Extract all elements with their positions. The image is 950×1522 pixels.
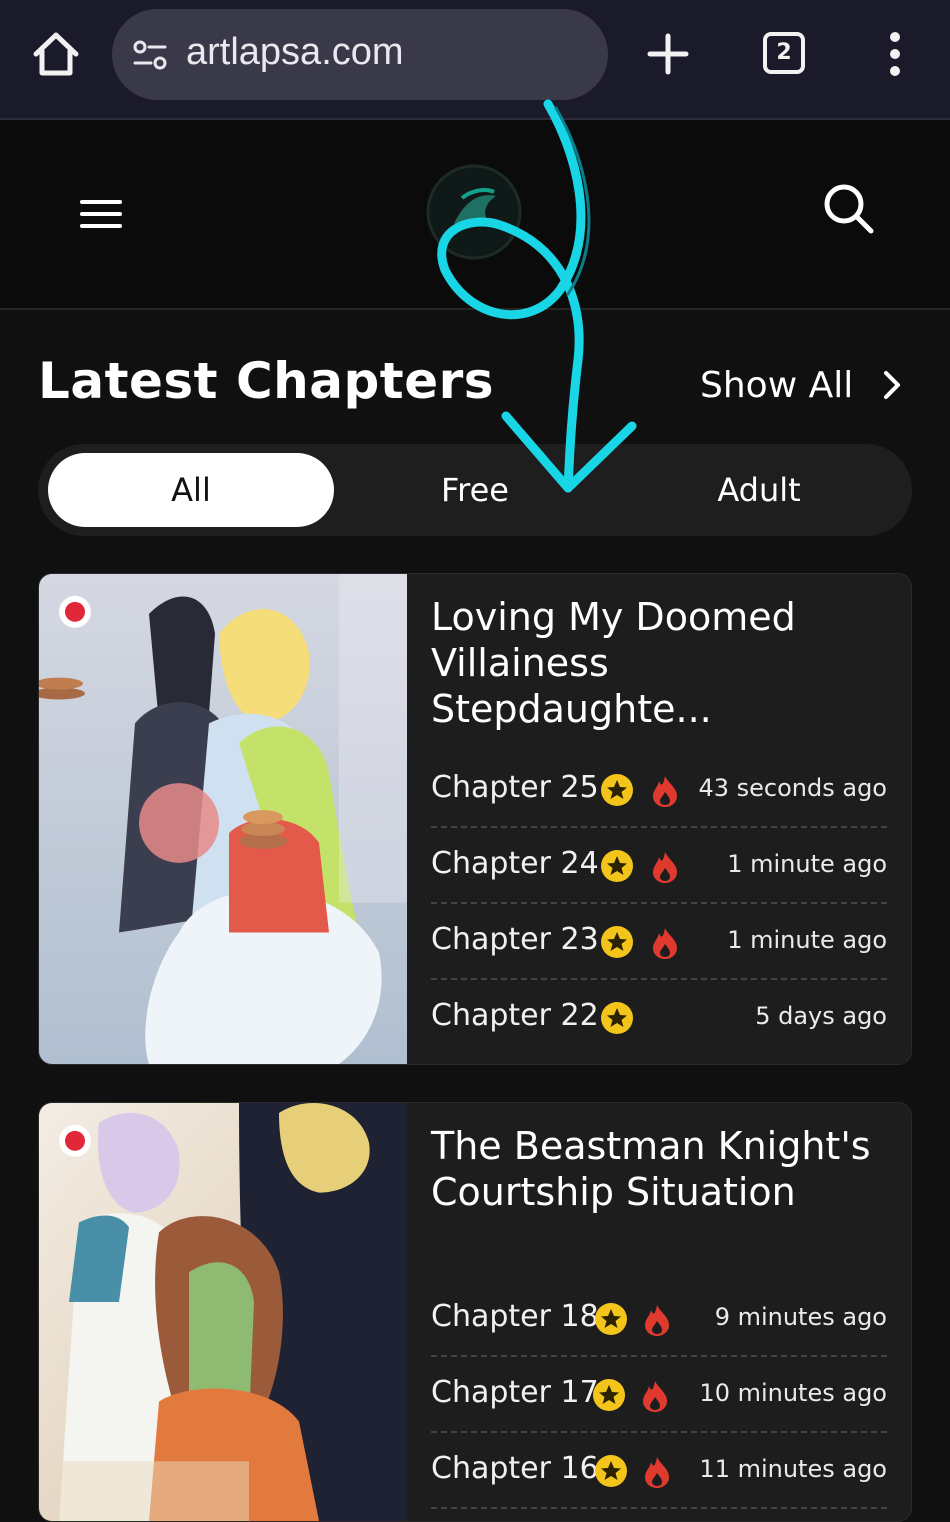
chapter-row[interactable]: Chapter 24 1 minute ago xyxy=(431,828,887,904)
chapter-row[interactable]: Chapter 16 11 minutes ago xyxy=(431,1433,887,1509)
chapter-row[interactable]: Chapter 18 9 minutes ago xyxy=(431,1281,887,1357)
fire-icon xyxy=(653,852,677,883)
fire-icon xyxy=(643,1381,667,1412)
star-icon xyxy=(601,774,633,806)
chapter-time: 10 minutes ago xyxy=(699,1379,887,1407)
chapter-time: 1 minute ago xyxy=(727,850,887,878)
browser-toolbar: artlapsa.com 2 xyxy=(0,0,950,120)
chapter-name[interactable]: Chapter 17 xyxy=(431,1375,599,1410)
chapter-name[interactable]: Chapter 16 xyxy=(431,1451,599,1486)
chapter-name[interactable]: Chapter 23 xyxy=(431,922,599,957)
tab-switcher-icon[interactable]: 2 xyxy=(763,32,805,74)
series-card[interactable]: Loving My Doomed Villainess Stepdaughte.… xyxy=(38,573,912,1065)
home-icon[interactable] xyxy=(30,28,82,80)
chapter-row[interactable]: Chapter 25 43 seconds ago xyxy=(431,752,887,828)
chapter-row[interactable]: Chapter 22 5 days ago xyxy=(431,980,887,1056)
chapter-row[interactable]: Chapter 17 10 minutes ago xyxy=(431,1357,887,1433)
chapter-name[interactable]: Chapter 25 xyxy=(431,770,599,805)
address-bar[interactable]: artlapsa.com xyxy=(112,9,608,100)
fire-icon xyxy=(645,1305,669,1336)
chapter-row[interactable]: Chapter 23 1 minute ago xyxy=(431,904,887,980)
hamburger-menu-icon[interactable] xyxy=(78,196,126,232)
url-text[interactable]: artlapsa.com xyxy=(186,31,404,74)
cover-image[interactable] xyxy=(39,1103,407,1521)
section-title: Latest Chapters xyxy=(38,352,495,410)
chapter-time: 11 minutes ago xyxy=(699,1455,887,1483)
series-title[interactable]: Loving My Doomed Villainess Stepdaughte.… xyxy=(431,594,891,732)
more-vert-icon[interactable] xyxy=(884,30,906,78)
show-all-link[interactable]: Show All xyxy=(700,362,903,408)
star-icon xyxy=(595,1455,627,1487)
site-logo[interactable] xyxy=(424,162,524,262)
star-icon xyxy=(601,1002,633,1034)
search-icon[interactable] xyxy=(820,180,876,236)
chapter-time: 9 minutes ago xyxy=(714,1303,887,1331)
new-tab-plus-icon[interactable] xyxy=(644,30,692,78)
tab-adult[interactable]: Adult xyxy=(616,453,902,527)
chapter-time: 5 days ago xyxy=(755,1002,887,1030)
tab-free[interactable]: Free xyxy=(332,453,618,527)
fire-icon xyxy=(653,776,677,807)
chapter-time: 43 seconds ago xyxy=(698,774,887,802)
chapter-name[interactable]: Chapter 22 xyxy=(431,998,599,1033)
series-card[interactable]: The Beastman Knight's Courtship Situatio… xyxy=(38,1102,912,1522)
site-settings-icon[interactable] xyxy=(132,37,168,73)
series-title[interactable]: The Beastman Knight's Courtship Situatio… xyxy=(431,1123,891,1215)
star-icon xyxy=(593,1379,625,1411)
fire-icon xyxy=(653,928,677,959)
star-icon xyxy=(595,1303,627,1335)
chapter-time: 1 minute ago xyxy=(727,926,887,954)
show-all-label[interactable]: Show All xyxy=(700,365,853,406)
filter-tabs: All Free Adult xyxy=(38,444,912,536)
cover-image[interactable] xyxy=(39,574,407,1064)
chapter-name[interactable]: Chapter 24 xyxy=(431,846,599,881)
fire-icon xyxy=(645,1457,669,1488)
star-icon xyxy=(601,850,633,882)
chevron-right-icon[interactable] xyxy=(881,369,903,401)
star-icon xyxy=(601,926,633,958)
site-header xyxy=(0,120,950,310)
tab-all[interactable]: All xyxy=(48,453,334,527)
chapter-name[interactable]: Chapter 18 xyxy=(431,1299,599,1334)
